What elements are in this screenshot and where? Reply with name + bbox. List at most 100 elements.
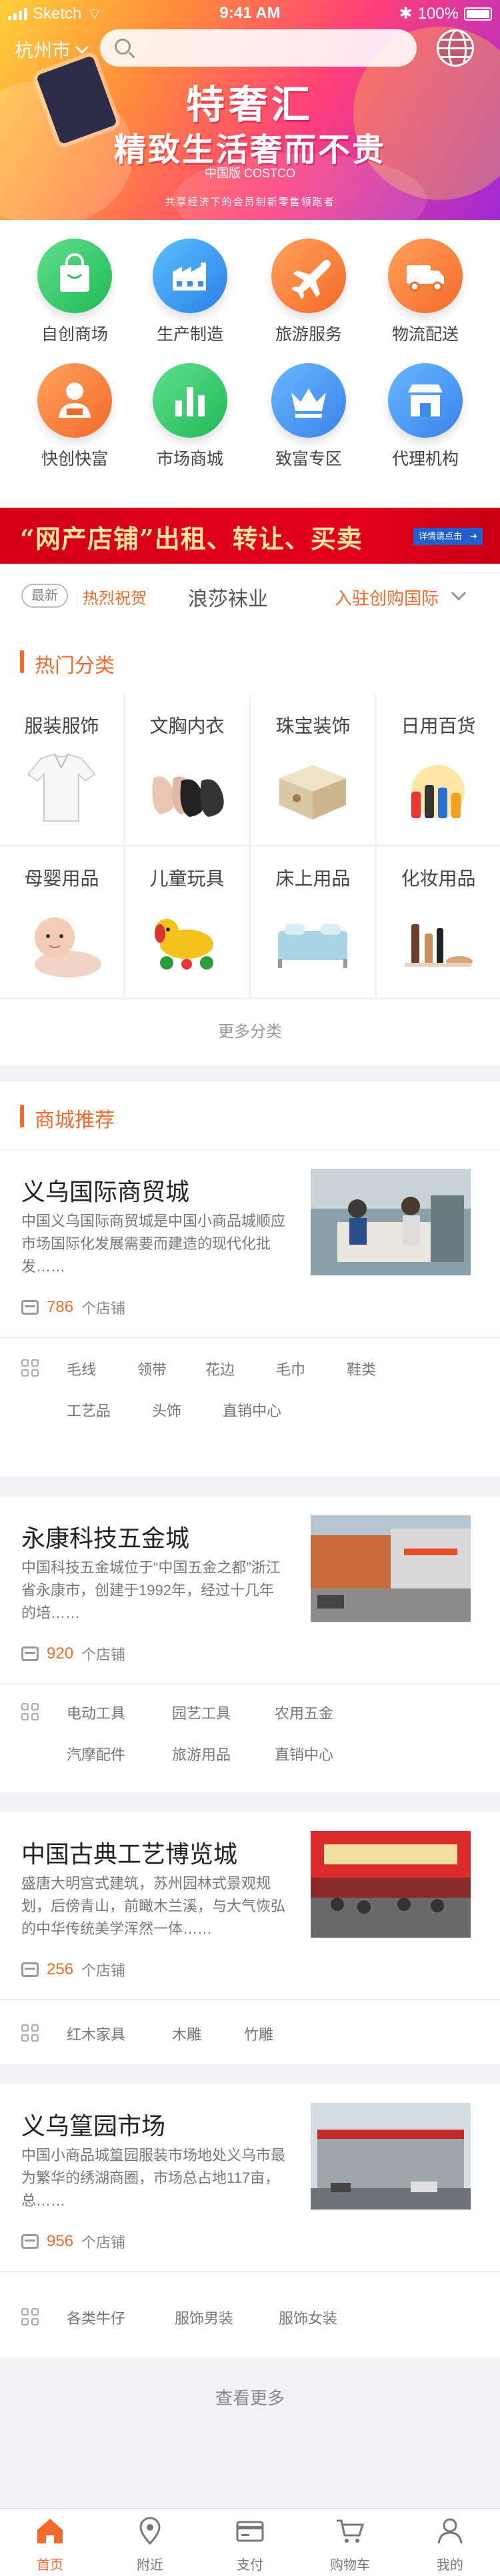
mall-tag[interactable]: 直销中心 <box>223 1399 281 1421</box>
hot-category-label: 服装服饰 <box>24 716 99 736</box>
mall-tag[interactable]: 电动工具 <box>67 1702 125 1723</box>
mall-tag[interactable]: 头饰 <box>152 1399 181 1421</box>
tab-label: 附近 <box>137 2558 163 2573</box>
tab-label: 购物车 <box>330 2558 370 2573</box>
hot-category-label: 化妆用品 <box>401 868 476 889</box>
mall-tag[interactable]: 毛巾 <box>276 1358 305 1379</box>
hot-category-label: 珠宝装饰 <box>275 716 351 736</box>
ticker-tag: 热烈祝贺 <box>83 590 147 608</box>
hero-brand: 中国版 COSTCO <box>204 167 295 180</box>
mall-name: 义乌国际商贸城 <box>21 1178 190 1205</box>
truck-icon <box>388 239 463 313</box>
mall-card[interactable]: 永康科技五金城 中国科技五金城位于“中国五金之都”浙江省永康市，创建于1992年… <box>0 1497 500 1792</box>
mall-tag[interactable]: 各类牛仔 <box>67 2307 125 2328</box>
hot-category-label: 母婴用品 <box>24 868 99 889</box>
search-icon <box>115 39 131 55</box>
mall-tag[interactable]: 汽摩配件 <box>67 1743 125 1764</box>
status-bar: Sketch ⌔ 9:41 AM ✱ 100% <box>0 0 500 27</box>
view-more-button[interactable]: 查看更多 <box>0 2365 500 2431</box>
mall-description: 中国小商品城篁园服装市场地处义乌市最为繁华的绣湖商圈，市场总占地117亩，总…… <box>21 2147 286 2209</box>
hero-banner[interactable]: Sketch ⌔ 9:41 AM ✱ 100% 杭州市 特奢汇 精致生活奢而不贵… <box>0 0 500 220</box>
mall-tag[interactable]: 毛线 <box>67 1358 96 1379</box>
hot-category-label: 文胸内衣 <box>149 716 225 736</box>
category-item[interactable]: 旅游服务 <box>249 220 369 353</box>
globe-icon[interactable] <box>437 29 474 67</box>
battery-percent: 100% <box>417 4 459 23</box>
promo-banner[interactable]: “网产店铺”出租、转让、买卖 详情请点击 <box>0 508 500 564</box>
baby-image <box>35 918 101 977</box>
person-icon <box>37 363 112 438</box>
toy-dog-image <box>155 919 213 969</box>
hot-category-item[interactable]: 床上用品 <box>251 847 375 997</box>
tab-cart[interactable]: 购物车 <box>300 2509 400 2576</box>
mall-tag[interactable]: 花边 <box>205 1358 235 1379</box>
mall-photo <box>311 1831 471 1938</box>
hot-category-label: 儿童玩具 <box>149 868 225 889</box>
category-item[interactable]: 物流配送 <box>365 220 485 353</box>
hot-category-item[interactable]: 日用百货 <box>377 694 500 845</box>
shop-count-number: 956 <box>47 2232 74 2250</box>
mall-tag[interactable]: 园艺工具 <box>172 1702 231 1723</box>
tab-profile[interactable]: 我的 <box>400 2509 500 2576</box>
hero-slogan: 共享经济下的会员制新零售领跑者 <box>165 197 335 208</box>
bluetooth-icon: ✱ <box>399 5 413 23</box>
tab-home[interactable]: 首页 <box>0 2509 100 2576</box>
category-label: 致富专区 <box>275 450 342 468</box>
daily-goods-image <box>411 765 465 818</box>
mall-card[interactable]: 义乌国际商贸城 中国义乌国际商贸城是中国小商品城顺应市场国际化发展需要而建造的现… <box>0 1150 500 1477</box>
tab-nearby[interactable]: 附近 <box>100 2509 200 2576</box>
mall-description: 中国科技五金城位于“中国五金之都”浙江省永康市，创建于1992年，经过十几年的培… <box>21 1559 281 1621</box>
mall-tag[interactable]: 直销中心 <box>275 1743 333 1764</box>
city-selector[interactable]: 杭州市 <box>15 36 89 63</box>
category-item[interactable]: 致富专区 <box>249 363 369 496</box>
shop-count-number: 920 <box>47 1644 74 1662</box>
battery-icon <box>464 7 492 21</box>
search-input[interactable] <box>143 35 403 61</box>
banner-detail-button[interactable]: 详情请点击 <box>413 528 483 545</box>
shopping-bag-icon <box>37 239 112 313</box>
hot-category-item[interactable]: 珠宝装饰 <box>251 694 375 845</box>
ticker-link[interactable]: 入驻创购国际 <box>335 585 439 610</box>
cart-icon <box>337 2519 365 2543</box>
mall-shop-count: 786 个店铺 <box>21 1297 125 1318</box>
more-categories-button[interactable]: 更多分类 <box>0 999 500 1065</box>
news-ticker[interactable]: 最新 热烈祝贺 浪莎袜业 入驻创购国际 <box>0 564 500 628</box>
bottom-tab-bar: 首页 附近 支付 购物车 我的 <box>0 2508 500 2576</box>
mall-photo <box>311 2103 471 2210</box>
category-icon-grid: 自创商场 生产制造 旅游服务 物流配送 快创快富 市场商城 致富专区 代理机构 <box>0 220 500 506</box>
mall-tag[interactable]: 服饰男装 <box>175 2307 233 2328</box>
bar-chart-icon <box>153 363 227 438</box>
mall-tag[interactable]: 木雕 <box>172 2023 201 2044</box>
category-item[interactable]: 生产制造 <box>130 220 250 353</box>
chevron-down-icon[interactable] <box>451 585 467 601</box>
category-item[interactable]: 代理机构 <box>365 363 485 496</box>
hot-category-item[interactable]: 文胸内衣 <box>125 694 249 845</box>
user-icon <box>437 2518 463 2544</box>
hot-category-item[interactable]: 母婴用品 <box>0 847 123 997</box>
category-item[interactable]: 快创快富 <box>15 363 135 496</box>
category-item[interactable]: 市场商城 <box>130 363 250 496</box>
mall-tag[interactable]: 旅游用品 <box>172 1743 231 1764</box>
search-box[interactable] <box>100 29 417 67</box>
hot-category-label: 日用百货 <box>401 716 476 736</box>
tab-pay[interactable]: 支付 <box>200 2509 300 2576</box>
mall-tag[interactable]: 竹雕 <box>244 2023 273 2044</box>
home-icon <box>37 2519 63 2543</box>
mall-tag[interactable]: 鞋类 <box>347 1358 376 1379</box>
mall-name: 永康科技五金城 <box>21 1525 190 1552</box>
mall-photo <box>311 1169 471 1275</box>
shirt-image <box>27 753 96 822</box>
mall-card[interactable]: 中国古典工艺博览城 盛唐大明宫式建筑，苏州园林式景观规划，后傍青山，前瞰木兰溪，… <box>0 1812 500 2064</box>
mall-tag[interactable]: 服饰女装 <box>279 2307 337 2328</box>
mall-tag[interactable]: 工艺品 <box>67 1399 111 1421</box>
mall-tag[interactable]: 领带 <box>137 1358 167 1379</box>
hot-category-item[interactable]: 儿童玩具 <box>125 847 249 997</box>
mall-tag[interactable]: 红木家具 <box>67 2023 125 2044</box>
factory-icon <box>153 239 227 313</box>
mall-card[interactable]: 义乌篁园市场 中国小商品城篁园服装市场地处义乌市最为繁华的绣湖商圈，市场总占地1… <box>0 2084 500 2357</box>
hot-category-item[interactable]: 服装服饰 <box>0 694 123 845</box>
mall-recommend-header: 商城推荐 <box>0 1082 500 1149</box>
mall-tag[interactable]: 农用五金 <box>275 1702 333 1723</box>
category-item[interactable]: 自创商场 <box>15 220 135 353</box>
hot-category-item[interactable]: 化妆用品 <box>377 847 500 997</box>
